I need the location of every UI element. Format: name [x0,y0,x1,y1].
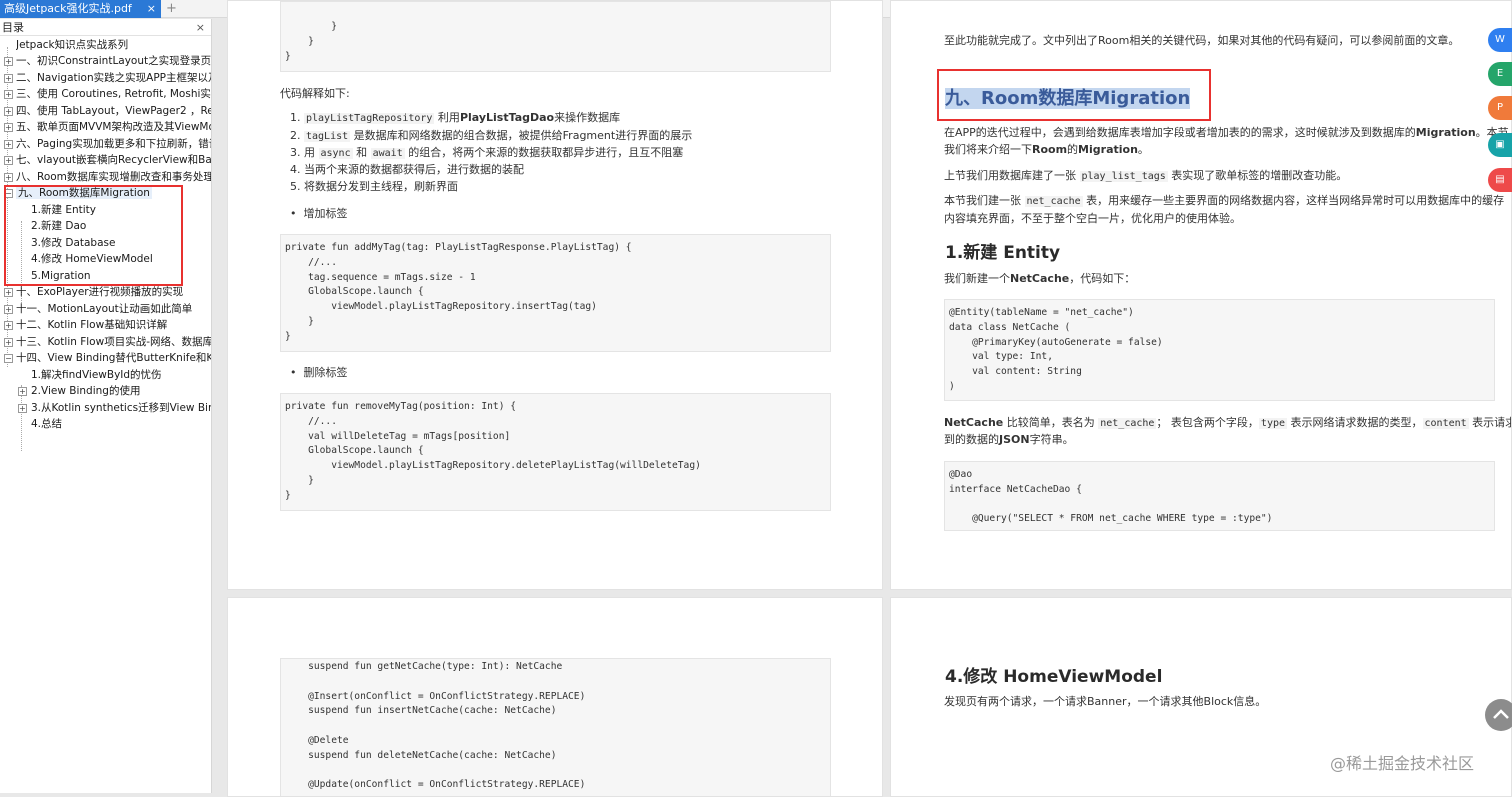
outline-item-label: 十二、Kotlin Flow基础知识详解 [16,319,168,331]
expand-icon[interactable]: + [18,404,27,413]
expand-icon[interactable]: + [4,156,13,165]
code-block: private fun removeMyTag(position: Int) {… [280,393,831,511]
expand-icon[interactable]: + [4,123,13,132]
collapse-icon[interactable]: − [4,354,13,363]
paragraph: 代码解释如下: [280,87,350,100]
word-icon[interactable]: W [1488,28,1512,52]
outline-item-label: Jetpack知识点实战系列 [16,39,129,51]
expand-icon[interactable]: + [18,387,27,396]
outline-subitem[interactable]: 1.解决findViewById的忧伤 [31,367,211,383]
bullet-item: • 删除标签 [290,366,348,379]
tab-document[interactable]: 高级Jetpack强化实战.pdf × [0,0,161,18]
outline-item[interactable]: + 十三、Kotlin Flow项目实战-网络、数据库和 [2,334,211,350]
paragraph: NetCache 比较简单，表名为 net_cache； 表包含两个字段， typ… [944,416,1512,429]
outline-item[interactable]: − 十四、View Binding替代ButterKnife和Kotli [2,350,211,366]
tab-title: 高级Jetpack强化实战.pdf [4,2,132,15]
outline-item-label: 十四、View Binding替代ButterKnife和Kotli [16,352,211,364]
code-block: } } } [280,1,831,72]
outline-item[interactable]: + 二、Navigation实践之实现APP主框架以及N [2,70,211,86]
paragraph: 到的数据的JSON字符串。 [944,433,1074,446]
outline-item-label: 1.解决findViewById的忧伤 [31,369,162,381]
highlight-annotation-box [4,185,183,286]
sidebar-close-icon[interactable]: × [196,19,205,36]
outline-item-label: 五、歌单页面MVVM架构改造及其ViewMod [16,121,211,133]
list-item: 5. 将数据分发到主线程，刷新界面 [290,180,458,193]
watermark: @稀土掘金技术社区 [1330,754,1475,773]
expand-icon[interactable]: + [4,321,13,330]
outline-item[interactable]: + 十一、MotionLayout让动画如此简单 [2,301,211,317]
outline-item-label: 三、使用 Coroutines, Retrofit, Moshi实现网 [16,88,211,100]
document-page: } } } 代码解释如下: 1. playListTagRepository 利… [227,0,883,590]
ppt-icon[interactable]: P [1488,96,1512,120]
outline-item[interactable]: + 四、使用 TabLayout，ViewPager2 ，Recy [2,103,211,119]
sidebar-header: 目录 × [0,19,211,36]
outline-item-label: 十一、MotionLayout让动画如此简单 [16,303,193,315]
paragraph: 在APP的迭代过程中，会遇到给数据库表增加字段或者增加表的的需求，这时候就涉及到… [944,126,1509,139]
outline-item-label: 3.从Kotlin synthetics迁移到View Bindin [31,402,211,414]
outline-item-label: 二、Navigation实践之实现APP主框架以及N [16,72,211,84]
scroll-to-top-button[interactable] [1485,699,1512,731]
outline-item[interactable]: + 一、初识ConstraintLayout之实现登录页面 [2,53,211,69]
list-item: 3. 用 async 和 await 的组合，将两个来源的数据获取都异步进行，且… [290,146,684,159]
outline-subitem[interactable]: +3.从Kotlin synthetics迁移到View Bindin [17,400,211,416]
expand-icon[interactable]: + [4,74,13,83]
image-icon[interactable]: ▣ [1488,133,1512,157]
chevron-up-icon [1493,709,1509,719]
paragraph: 上节我们用数据库建了一张 play_list_tags 表实现了歌单标签的增删改… [944,169,1348,182]
tab-close-icon[interactable]: × [147,0,156,18]
outline-item-label: 一、初识ConstraintLayout之实现登录页面 [16,55,211,67]
expand-icon[interactable]: + [4,338,13,347]
outline-item[interactable]: + 七、vlayout嵌套横向RecyclerView和Banne [2,152,211,168]
code-block: suspend fun getNetCache(type: Int): NetC… [280,658,831,796]
expand-icon[interactable]: + [4,173,13,182]
outline-item[interactable]: + 三、使用 Coroutines, Retrofit, Moshi实现网 [2,86,211,102]
outline-subitem[interactable]: 4.总结 [31,416,62,432]
outline-item[interactable]: + 十二、Kotlin Flow基础知识详解 [2,317,211,333]
outline-item[interactable]: + 十、ExoPlayer进行视频播放的实现 [2,284,211,300]
expand-icon[interactable]: + [4,57,13,66]
paragraph: 至此功能就完成了。文中列出了Room相关的关键代码，如果对其他的代码有疑问，可以… [944,34,1460,47]
outline-item-label: 十三、Kotlin Flow项目实战-网络、数据库和 [16,336,211,348]
outline-item-label: 六、Paging实现加载更多和下拉刷新，错误后 [16,138,211,150]
outline-item-label: 2.View Binding的使用 [31,385,141,397]
paragraph: 本节我们建一张 net_cache 表，用来缓存一些主要界面的网络数据内容，这样… [944,194,1505,207]
code-block: @Dao interface NetCacheDao { @Query("SEL… [944,461,1495,531]
expand-icon[interactable]: + [4,305,13,314]
new-tab-icon[interactable]: + [166,0,177,17]
outline-item[interactable]: + 六、Paging实现加载更多和下拉刷新，错误后 [2,136,211,152]
sidebar-title: 目录 [2,21,24,34]
section-heading: 1.新建 Entity [945,243,1061,263]
list-item: 1. playListTagRepository 利用PlayListTagDa… [290,111,621,124]
section-heading: 4.修改 HomeViewModel [945,667,1163,687]
list-item: 4. 当两个来源的数据都获得后，进行数据的装配 [290,163,524,176]
paragraph: 发现页有两个请求，一个请求Banner，一个请求其他Block信息。 [944,695,1267,708]
outline-subitem[interactable]: +2.View Binding的使用 [17,383,211,399]
expand-icon[interactable]: + [4,107,13,116]
paragraph: 我们新建一个NetCache，代码如下： [944,272,1136,285]
document-page: suspend fun getNetCache(type: Int): NetC… [227,597,883,797]
excel-icon[interactable]: E [1488,62,1512,86]
list-item: 2. tagList 是数据库和网络数据的组合数据，被提供给Fragment进行… [290,129,693,142]
code-block: @Entity(tableName = "net_cache") data cl… [944,299,1495,401]
outline-item-label: 十、ExoPlayer进行视频播放的实现 [16,286,184,298]
expand-icon[interactable]: + [4,288,13,297]
highlight-annotation-box [937,69,1211,121]
paragraph: 内容填充界面，不至于整个空白一片，优化用户的使用体验。 [944,212,1241,225]
code-block: private fun addMyTag(tag: PlayListTagRes… [280,234,831,352]
bullet-item: • 增加标签 [290,207,348,220]
outline-item[interactable]: + 八、Room数据库实现增删改查和事务处理 [2,169,211,185]
outline-item-label: 4.总结 [31,418,63,430]
print-icon[interactable]: ▤ [1488,168,1512,192]
outline-item-label: 四、使用 TabLayout，ViewPager2 ，Recy [16,105,211,117]
outline-item-label: 七、vlayout嵌套横向RecyclerView和Banne [16,154,211,166]
paragraph: 我们将来介绍一下Room的Migration。 [944,143,1149,156]
outline-item[interactable]: + 五、歌单页面MVVM架构改造及其ViewMod [2,119,211,135]
document-page: 至此功能就完成了。文中列出了Room相关的关键代码，如果对其他的代码有疑问，可以… [890,0,1512,590]
outline-item-label: 八、Room数据库实现增删改查和事务处理 [16,171,211,183]
expand-icon[interactable]: + [4,140,13,149]
outline-item[interactable]: Jetpack知识点实战系列 [16,37,128,53]
outline-sidebar: 目录 × Jetpack知识点实战系列 + 一、初识ConstraintLayou… [0,19,212,793]
expand-icon[interactable]: + [4,90,13,99]
